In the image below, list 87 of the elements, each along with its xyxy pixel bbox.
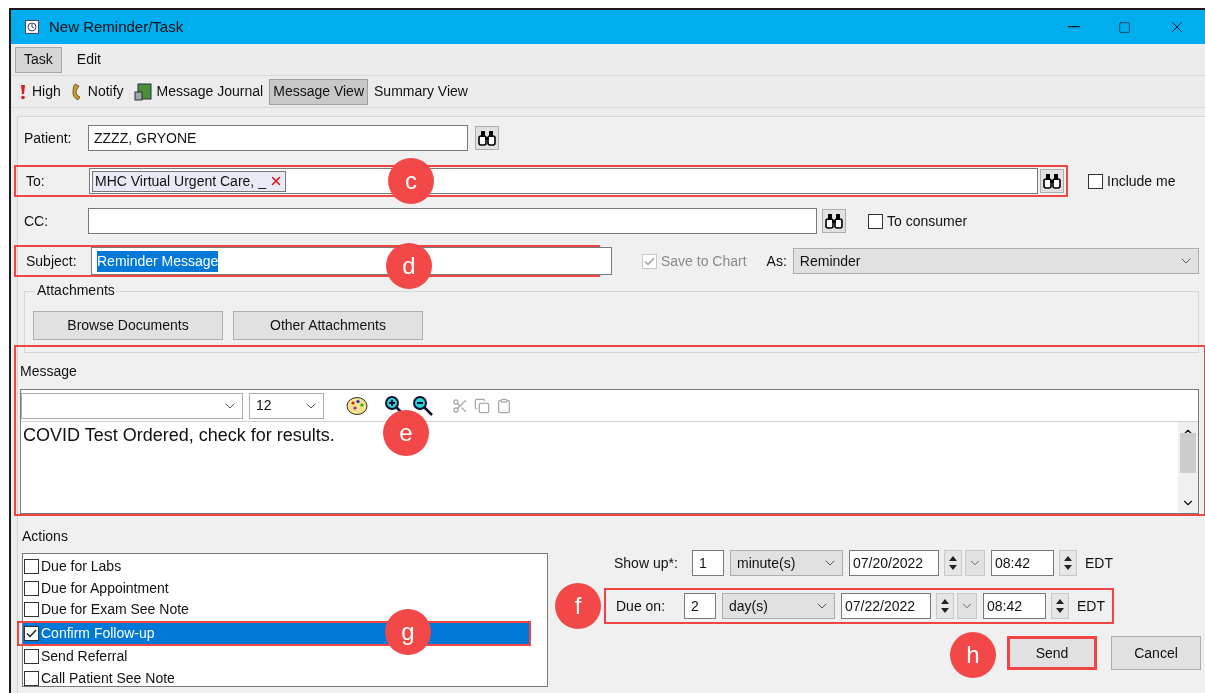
date-spinner[interactable] (936, 593, 954, 619)
search-button[interactable] (1040, 169, 1064, 193)
checkbox[interactable] (24, 602, 39, 618)
checkbox-label: Save to Chart (661, 251, 747, 271)
message-text[interactable]: COVID Test Ordered, check for results. (21, 422, 335, 446)
callout-badge: c (388, 158, 434, 204)
checkbox[interactable] (24, 580, 39, 596)
selected-text: Reminder Message (97, 250, 219, 272)
menu-item[interactable]: Task (15, 46, 62, 73)
action-label: Due for Exam See Note (41, 600, 189, 620)
action-label: Due for Labs (41, 557, 122, 577)
checkbox[interactable] (1088, 173, 1103, 189)
to-label: To: (26, 171, 46, 191)
palette-icon[interactable] (346, 395, 368, 416)
unit-dropdown[interactable]: minute(s) (730, 550, 843, 576)
binoculars-icon (478, 130, 496, 146)
date-spinner[interactable] (944, 550, 962, 576)
check-icon (26, 628, 37, 638)
toolbar-button[interactable]: Notify (66, 78, 128, 105)
time-field[interactable]: 08:42 (983, 593, 1046, 619)
recipient-chip[interactable]: MHC Virtual Urgent Care, _ (92, 170, 286, 192)
checkbox[interactable] (868, 213, 883, 229)
font-size-dropdown[interactable]: 12 (249, 392, 324, 419)
timezone-label: EDT (1077, 596, 1105, 616)
time-spinner[interactable] (1051, 593, 1069, 619)
toolbar-button[interactable]: High (15, 78, 65, 105)
time-field[interactable]: 08:42 (991, 550, 1054, 576)
unit-dropdown[interactable]: day(s) (722, 593, 835, 619)
cc-field[interactable] (88, 208, 817, 234)
as-label: As: (766, 251, 787, 271)
action-item[interactable]: Due for Labs (23, 556, 547, 578)
checkbox[interactable] (24, 649, 39, 665)
action-item[interactable]: Due for Appointment (23, 577, 547, 599)
up-down-arrows-icon (940, 597, 950, 615)
up-down-arrows-icon (948, 554, 958, 572)
journal-icon (133, 82, 152, 101)
exclamation-icon (19, 83, 27, 100)
checkbox[interactable] (24, 625, 39, 641)
attachment-button[interactable]: Browse Documents (33, 310, 223, 340)
attachment-button[interactable]: Other Attachments (233, 310, 423, 340)
time-spinner[interactable] (1059, 550, 1077, 576)
timezone-label: EDT (1085, 553, 1113, 573)
menu-item[interactable]: Edit (67, 46, 110, 73)
actions-label: Actions (22, 527, 69, 546)
action-item[interactable]: Call Patient See Note (23, 667, 547, 689)
callout-badge: d (386, 243, 432, 289)
checkbox-label: Include me (1107, 171, 1176, 191)
message-label: Message (20, 362, 78, 381)
toolbar-button[interactable]: Summary View (370, 78, 472, 105)
action-label: Due for Appointment (41, 578, 169, 598)
checkbox[interactable] (24, 559, 39, 575)
window-title: New Reminder/Task (49, 16, 184, 37)
row-label: Show up*: (614, 553, 679, 573)
subject-label: Subject: (26, 251, 78, 271)
callout-badge: g (385, 608, 431, 655)
row-label: Due on: (615, 596, 667, 616)
toolbar-button[interactable]: Message Journal (129, 78, 268, 105)
action-label: Confirm Follow-up (41, 623, 155, 643)
toolbar-button[interactable]: Message View (269, 78, 368, 105)
callout-badge: h (950, 632, 996, 678)
checkbox[interactable] (24, 670, 39, 686)
check-icon (644, 256, 655, 266)
patient-field[interactable]: ZZZZ, GRYONE (88, 125, 468, 151)
callout-badge: f (555, 583, 601, 629)
up-down-arrows-icon (1055, 597, 1065, 615)
cc-label: CC: (24, 211, 50, 231)
clock-icon (25, 20, 39, 34)
zoom-out-icon[interactable] (412, 394, 434, 417)
scrollbar[interactable] (1178, 422, 1198, 513)
dialog-button[interactable]: Cancel (1111, 636, 1201, 670)
binoculars-icon (1043, 173, 1061, 189)
up-down-arrows-icon (1063, 554, 1073, 572)
action-label: Call Patient See Note (41, 668, 175, 688)
count-field[interactable]: 1 (692, 550, 724, 576)
date-field[interactable]: 07/20/2022 (849, 550, 939, 576)
search-button[interactable] (475, 126, 499, 150)
maximize-icon (1117, 20, 1131, 34)
type-dropdown[interactable]: Reminder (792, 248, 1199, 274)
action-label: Send Referral (41, 647, 128, 667)
phone-icon (70, 82, 83, 101)
patient-label: Patient: (24, 128, 73, 148)
checkbox-label: To consumer (887, 211, 968, 231)
count-field[interactable]: 2 (684, 593, 716, 619)
minimize-icon (1068, 26, 1080, 28)
search-button[interactable] (822, 209, 846, 233)
date-field[interactable]: 07/22/2022 (841, 593, 931, 619)
binoculars-icon (825, 213, 843, 229)
